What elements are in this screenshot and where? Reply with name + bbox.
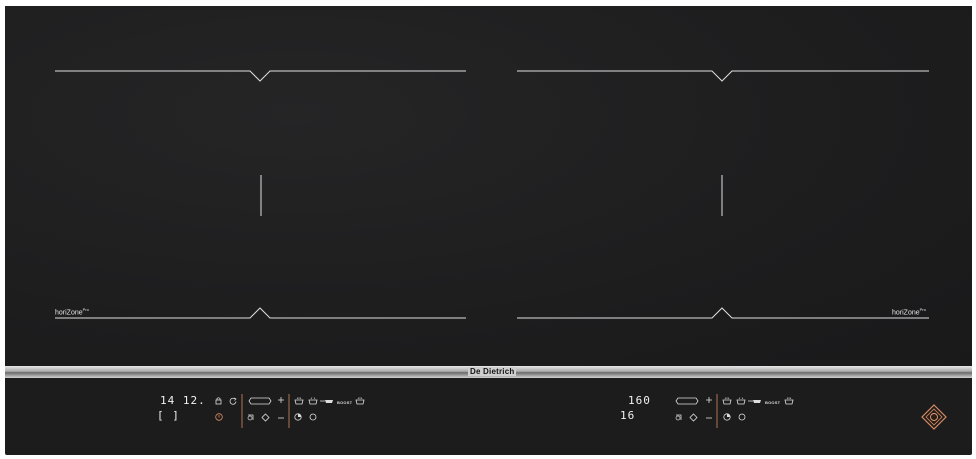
right-zone-select-icon-2[interactable] <box>689 413 698 422</box>
right-pan-icon[interactable] <box>748 398 762 404</box>
right-zone-bottom-marking <box>517 307 929 319</box>
right-slider[interactable] <box>675 397 699 405</box>
left-boost-button[interactable]: BOOST <box>337 400 352 405</box>
power-icon[interactable] <box>215 413 223 421</box>
left-slider[interactable] <box>248 397 272 405</box>
right-zone-top-marking <box>517 70 929 82</box>
keep-warm-icon[interactable] <box>229 397 237 405</box>
right-timer-icon[interactable] <box>723 413 731 421</box>
lock-icon[interactable] <box>215 397 222 405</box>
right-plus-button[interactable] <box>705 396 713 404</box>
brand-logo-text: De Dietrich <box>468 367 517 376</box>
right-pot-icon-3[interactable] <box>784 397 794 405</box>
left-zone-select-icon[interactable] <box>246 413 255 422</box>
left-zone-bottom-marking <box>55 307 466 319</box>
left-pot-icon-2[interactable] <box>308 397 318 405</box>
right-circle-icon[interactable] <box>738 413 746 421</box>
brand-emblem-icon <box>921 404 947 430</box>
left-circle-icon[interactable] <box>309 413 317 421</box>
right-power-display: 16 <box>620 409 636 422</box>
left-zone-top-marking <box>55 70 466 82</box>
left-timer-icon[interactable] <box>294 413 302 421</box>
right-timer-display: 160 <box>628 394 651 407</box>
right-zone-select-icon[interactable] <box>674 413 683 422</box>
left-pot-icon-3[interactable] <box>355 397 365 405</box>
right-pot-icon-2[interactable] <box>736 397 746 405</box>
left-power-display: [ ] <box>157 409 180 422</box>
right-minus-button[interactable] <box>705 414 713 422</box>
left-pot-icon-1[interactable] <box>294 397 304 405</box>
left-pan-icon[interactable] <box>320 398 334 404</box>
right-zone-label: horiZonePro <box>892 307 926 317</box>
right-boost-button[interactable]: BOOST <box>765 400 780 405</box>
left-zone-label: horiZonePro <box>55 307 89 317</box>
zone-markings <box>55 70 929 428</box>
left-timer-display: 14 12. <box>160 394 206 407</box>
left-plus-button[interactable] <box>277 396 285 404</box>
right-pot-icon-1[interactable] <box>722 397 732 405</box>
left-zone-select-icon-2[interactable] <box>261 413 270 422</box>
left-minus-button[interactable] <box>277 414 285 422</box>
